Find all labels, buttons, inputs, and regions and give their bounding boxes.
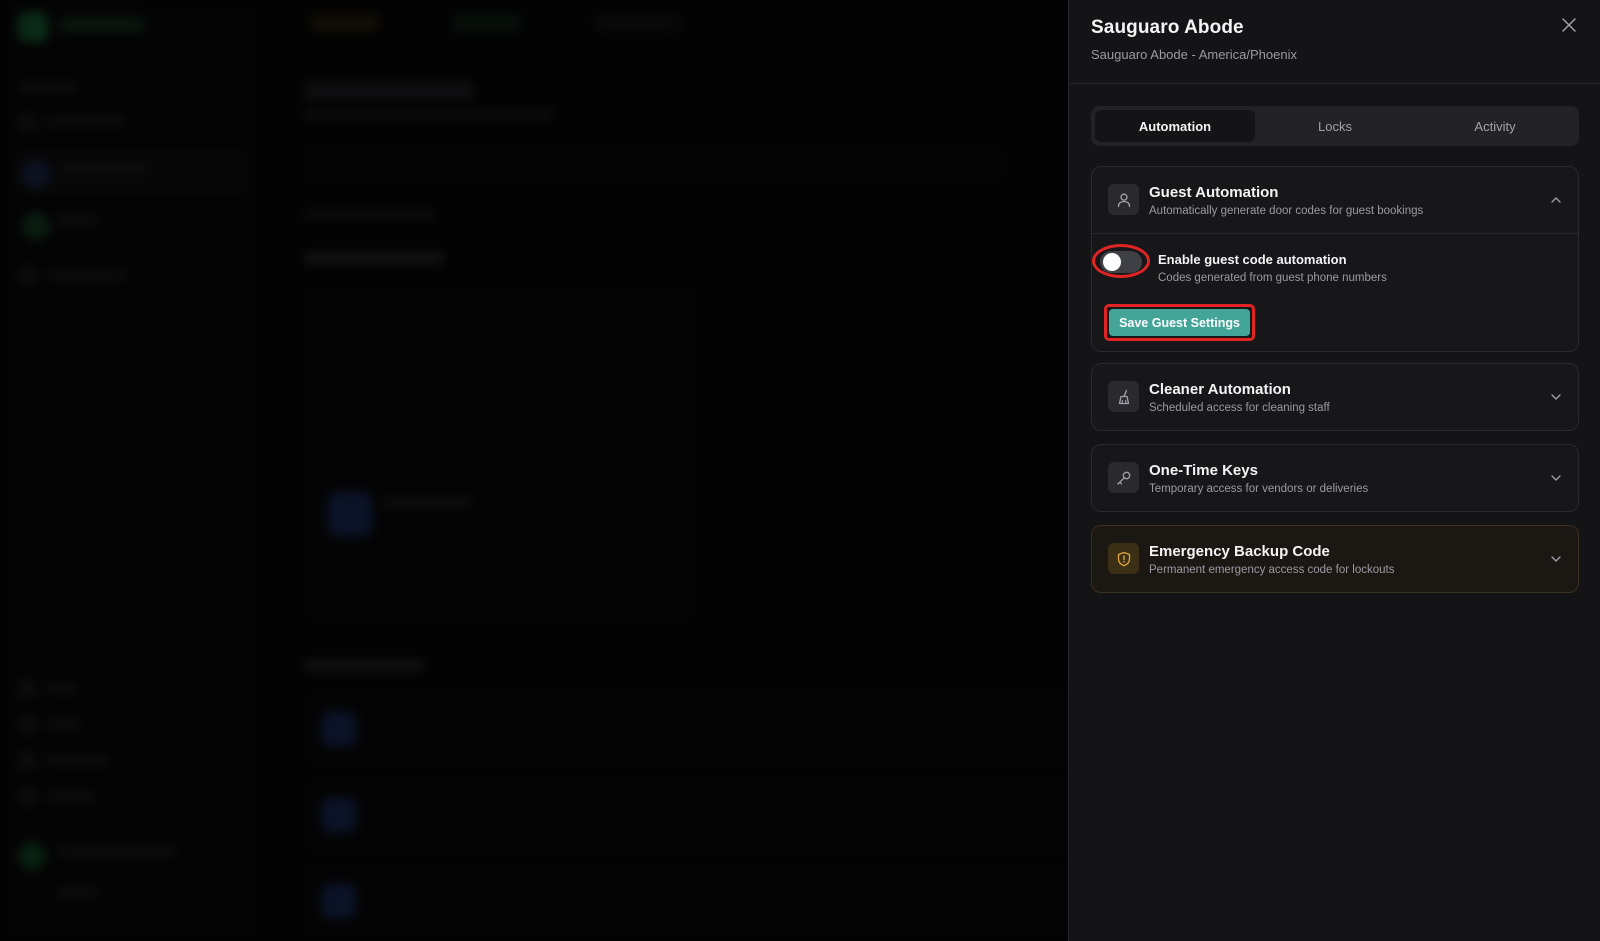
panel-title: Sauguaro Abode [1091, 17, 1244, 38]
panel-header: Sauguaro Abode Sauguaro Abode - America/… [1069, 0, 1600, 84]
key-icon [1108, 462, 1139, 493]
guest-automation-body: Enable guest code automation Codes gener… [1092, 233, 1578, 351]
chevron-down-icon [1550, 472, 1562, 484]
guest-automation-section: Guest Automation Automatically generate … [1091, 166, 1579, 352]
property-settings-panel: Sauguaro Abode Sauguaro Abode - America/… [1068, 0, 1600, 941]
close-icon [1562, 18, 1576, 32]
emergency-backup-code-section: Emergency Backup Code Permanent emergenc… [1091, 525, 1579, 593]
section-description: Scheduled access for cleaning staff [1149, 402, 1330, 414]
panel-subtitle: Sauguaro Abode - America/Phoenix [1091, 47, 1297, 62]
chevron-down-icon [1550, 391, 1562, 403]
toggle-label: Enable guest code automation [1158, 252, 1347, 267]
guest-automation-header[interactable]: Guest Automation Automatically generate … [1092, 167, 1578, 233]
emergency-backup-code-header[interactable]: Emergency Backup Code Permanent emergenc… [1092, 526, 1578, 592]
section-description: Automatically generate door codes for gu… [1149, 205, 1424, 217]
toggle-description: Codes generated from guest phone numbers [1158, 272, 1387, 284]
close-button[interactable] [1560, 16, 1578, 34]
one-time-keys-section: One-Time Keys Temporary access for vendo… [1091, 444, 1579, 512]
guest-automation-toggle[interactable] [1100, 251, 1142, 273]
chevron-down-icon [1550, 553, 1562, 565]
cleaner-automation-section: Cleaner Automation Scheduled access for … [1091, 363, 1579, 431]
cleaner-automation-header[interactable]: Cleaner Automation Scheduled access for … [1092, 364, 1578, 430]
section-title: Guest Automation [1149, 184, 1279, 201]
toggle-knob [1103, 253, 1121, 271]
section-description: Permanent emergency access code for lock… [1149, 564, 1395, 576]
chevron-up-icon [1550, 194, 1562, 206]
modal-backdrop[interactable] [0, 0, 1068, 941]
panel-tabs: Automation Locks Activity [1091, 106, 1579, 146]
section-title: Cleaner Automation [1149, 381, 1291, 398]
tab-automation[interactable]: Automation [1095, 110, 1255, 142]
tab-activity[interactable]: Activity [1415, 110, 1575, 142]
one-time-keys-header[interactable]: One-Time Keys Temporary access for vendo… [1092, 445, 1578, 511]
section-title: Emergency Backup Code [1149, 543, 1330, 560]
shield-alert-icon [1108, 543, 1139, 574]
section-title: One-Time Keys [1149, 462, 1258, 479]
broom-icon [1108, 381, 1139, 412]
user-icon [1108, 184, 1139, 215]
save-guest-settings-button[interactable]: Save Guest Settings [1109, 309, 1250, 336]
section-description: Temporary access for vendors or deliveri… [1149, 483, 1369, 495]
tab-locks[interactable]: Locks [1255, 110, 1415, 142]
